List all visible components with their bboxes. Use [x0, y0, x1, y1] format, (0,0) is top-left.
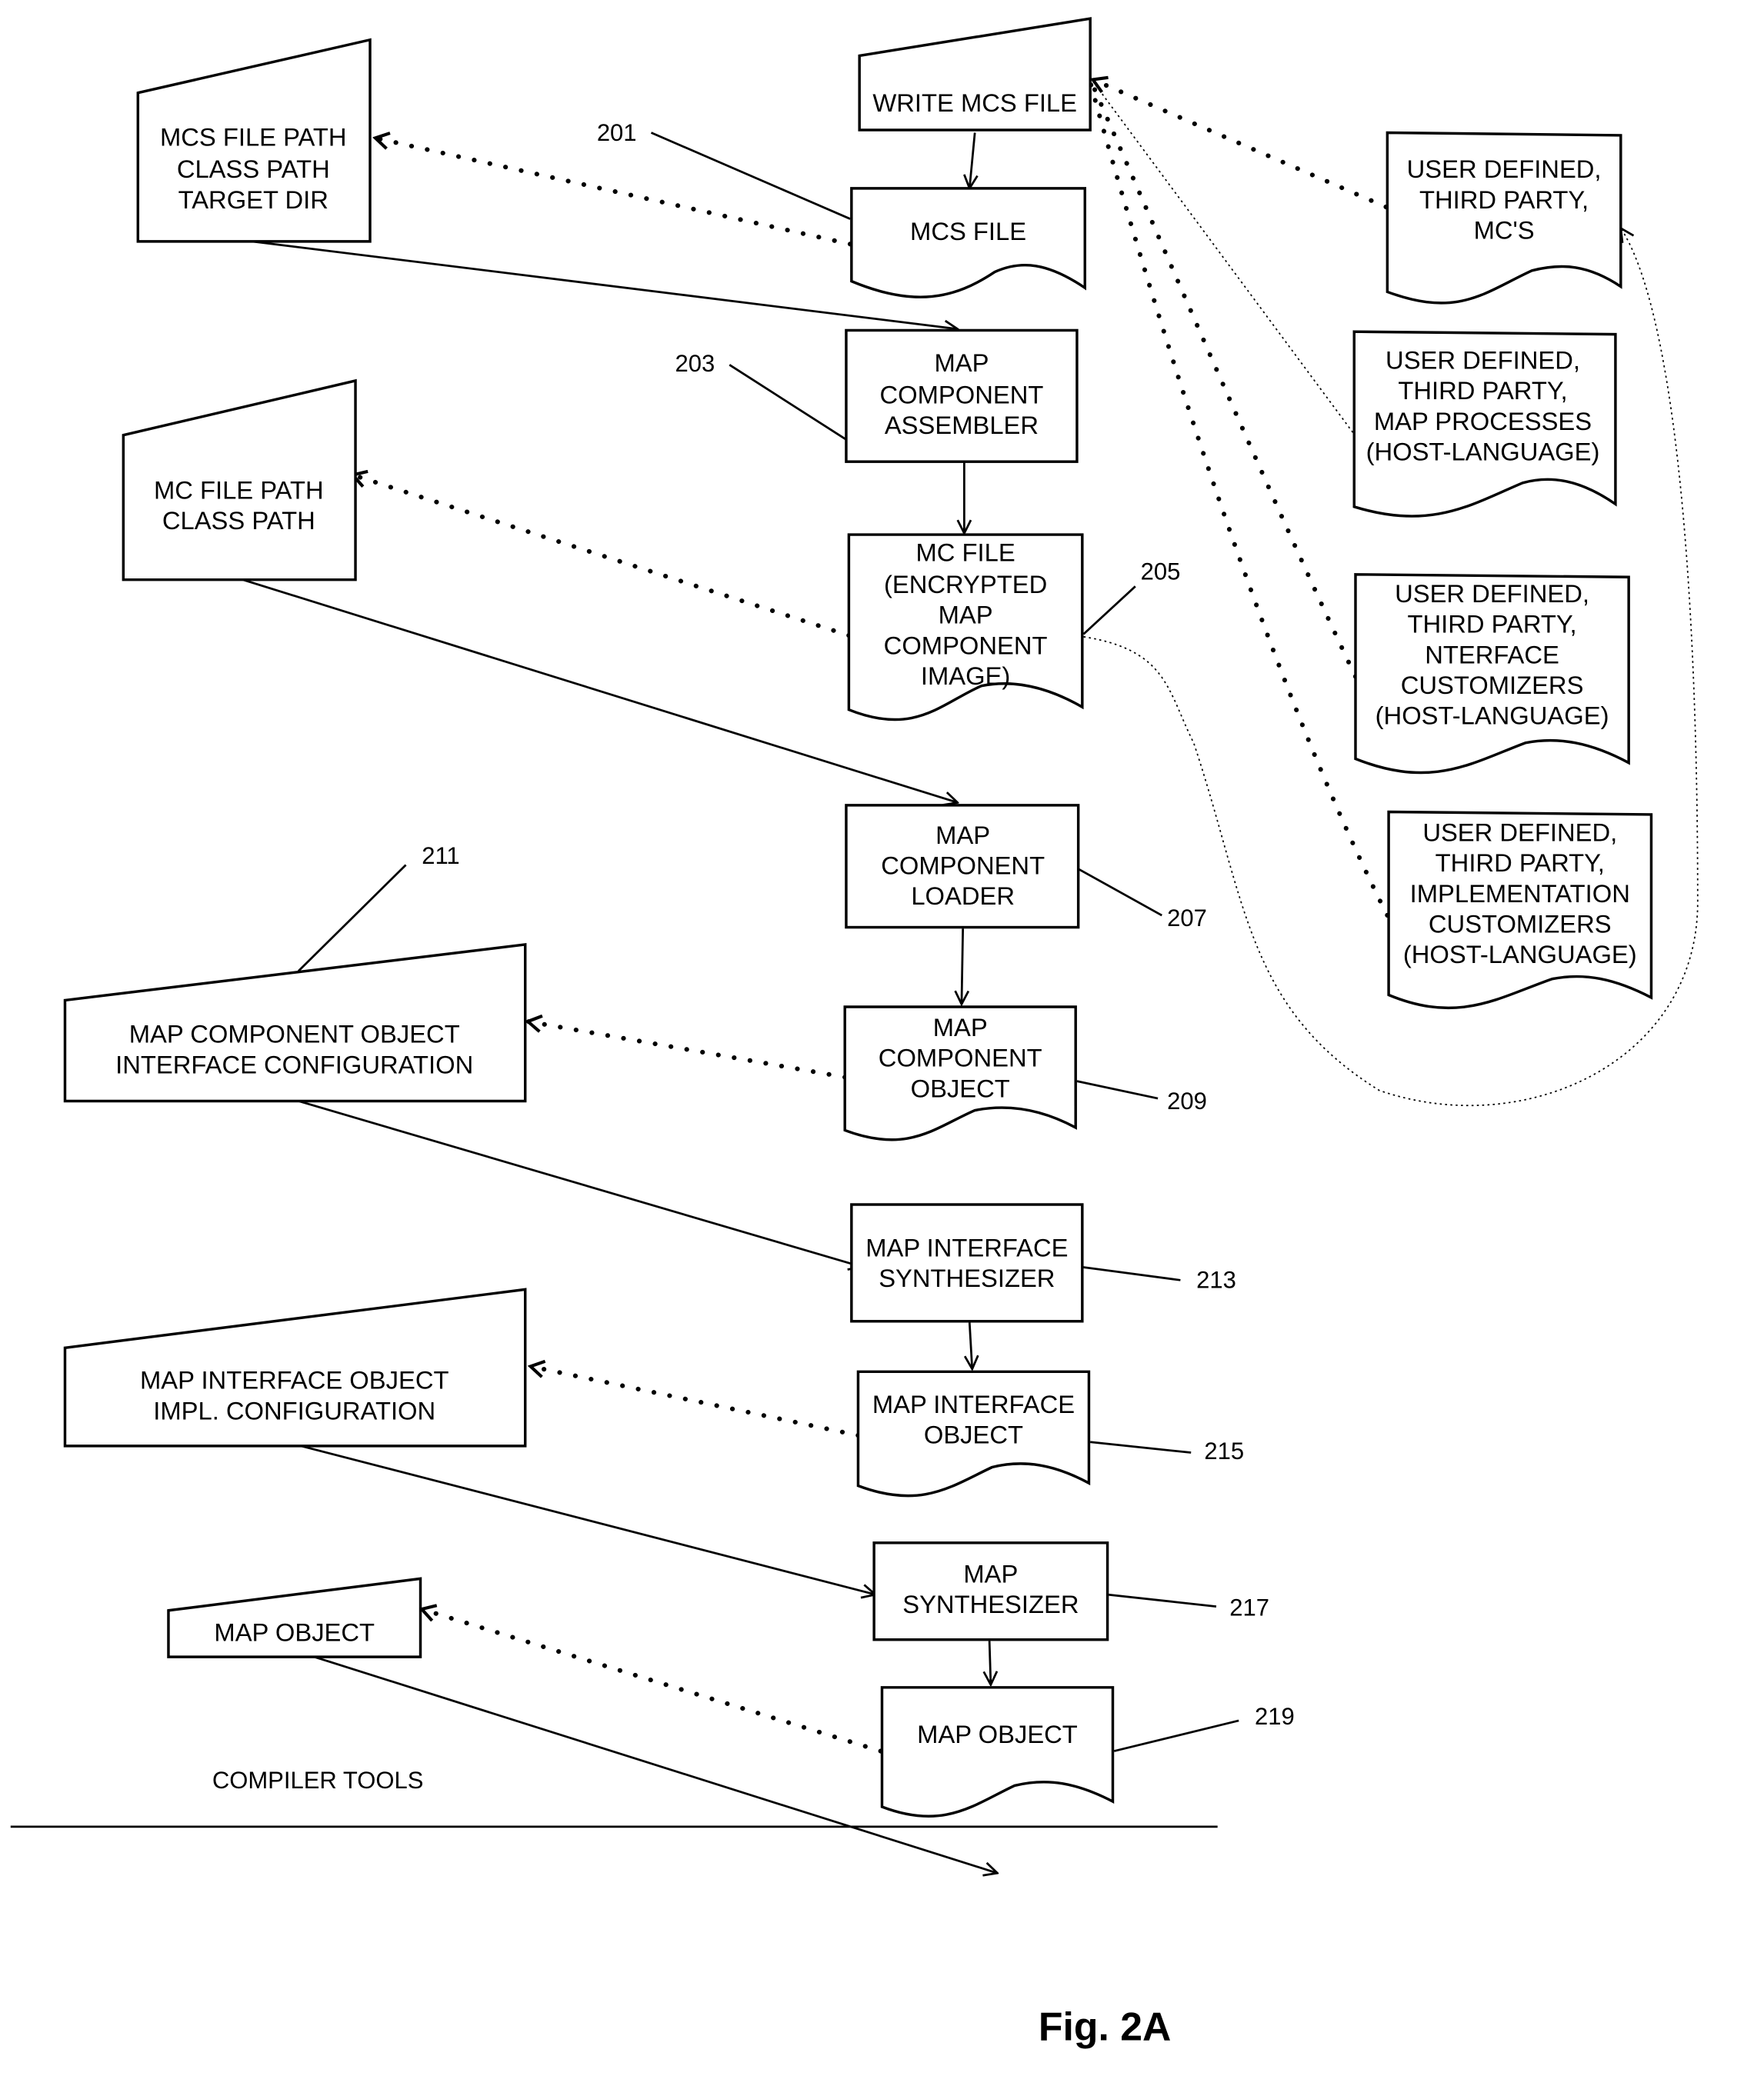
dotted-udprocesses-to-write — [1091, 78, 1354, 433]
svg-text:IMPLEMENTATION: IMPLEMENTATION — [1410, 879, 1630, 908]
svg-text:OBJECT: OBJECT — [911, 1074, 1010, 1102]
ref-219: 219 — [1255, 1703, 1295, 1730]
dotted-iobject-to-mioconfig — [531, 1366, 861, 1438]
svg-text:MCS FILE PATH: MCS FILE PATH — [160, 123, 347, 152]
reference-leaders — [297, 132, 1239, 1752]
node-mc-object[interactable]: MAP COMPONENT OBJECT — [843, 1005, 1077, 1141]
svg-text:MCS FILE: MCS FILE — [910, 217, 1026, 245]
svg-text:SYNTHESIZER: SYNTHESIZER — [902, 1590, 1079, 1618]
svg-text:MAP: MAP — [934, 348, 989, 377]
dotted-mapobject-to-mapobjectinput — [422, 1609, 883, 1754]
svg-text:(ENCRYPTED: (ENCRYPTED — [884, 570, 1047, 598]
svg-text:NTERFACE: NTERFACE — [1425, 640, 1559, 668]
svg-text:COMPONENT: COMPONENT — [881, 851, 1045, 880]
ref-217: 217 — [1229, 1594, 1269, 1621]
svg-text:LOADER: LOADER — [911, 881, 1015, 910]
svg-text:USER DEFINED,: USER DEFINED, — [1395, 579, 1589, 608]
svg-text:MC'S: MC'S — [1474, 215, 1535, 244]
svg-text:TARGET DIR: TARGET DIR — [178, 185, 328, 214]
flowchart-diagram: WRITE MCS FILE MCS FILE PATH CLASS PATH … — [10, 17, 1699, 2049]
node-ud-map-processes[interactable]: USER DEFINED, THIRD PARTY, MAP PROCESSES… — [1352, 330, 1617, 518]
svg-text:MAP: MAP — [935, 821, 990, 849]
dotted-mcsfile-to-mcsconfig — [375, 138, 853, 247]
node-map-object[interactable]: MAP OBJECT — [880, 1686, 1115, 1818]
arrow-mcoconfig-to-isynth — [298, 1100, 862, 1267]
node-mcs-config[interactable]: MCS FILE PATH CLASS PATH TARGET DIR — [136, 38, 372, 243]
svg-text:CLASS PATH: CLASS PATH — [162, 506, 315, 535]
svg-text:CUSTOMIZERS: CUSTOMIZERS — [1401, 671, 1584, 699]
node-map-object-input[interactable]: MAP OBJECT — [167, 1577, 422, 1658]
node-assembler[interactable]: MAP COMPONENT ASSEMBLER — [845, 328, 1079, 463]
compiler-tools-label: COMPILER TOOLS — [212, 1767, 424, 1794]
node-mco-config[interactable]: MAP COMPONENT OBJECT INTERFACE CONFIGURA… — [63, 943, 527, 1103]
node-mio-config[interactable]: MAP INTERFACE OBJECT IMPL. CONFIGURATION — [63, 1288, 527, 1448]
dotted-udmcs-to-write — [1093, 79, 1389, 210]
arrow-msynth-to-mapobject — [989, 1641, 991, 1684]
svg-text:(HOST-LANGUAGE): (HOST-LANGUAGE) — [1366, 437, 1600, 465]
svg-text:USER DEFINED,: USER DEFINED, — [1407, 155, 1602, 183]
ref-211: 211 — [422, 842, 459, 869]
svg-text:COMPONENT: COMPONENT — [880, 380, 1044, 408]
node-map-synthesizer[interactable]: MAP SYNTHESIZER — [872, 1541, 1109, 1641]
svg-text:MAP OBJECT: MAP OBJECT — [917, 1720, 1078, 1748]
svg-text:MAP COMPONENT OBJECT: MAP COMPONENT OBJECT — [129, 1020, 460, 1048]
arrow-loader-to-mcobject — [962, 928, 963, 1004]
svg-text:MAP INTERFACE: MAP INTERFACE — [865, 1233, 1068, 1261]
svg-text:ASSEMBLER: ASSEMBLER — [885, 411, 1039, 439]
node-ud-impl-customizers[interactable]: USER DEFINED, THIRD PARTY, IMPLEMENTATIO… — [1387, 810, 1653, 1010]
dotted-udimpl-to-write — [1088, 79, 1390, 918]
svg-text:USER DEFINED,: USER DEFINED, — [1386, 345, 1580, 374]
node-mcs-file[interactable]: MCS FILE — [850, 187, 1087, 298]
arrow-write-to-mcsfile — [969, 132, 975, 188]
svg-text:(HOST-LANGUAGE): (HOST-LANGUAGE) — [1403, 940, 1637, 968]
ref-203: 203 — [675, 350, 715, 377]
ref-209: 209 — [1167, 1088, 1207, 1115]
svg-text:THIRD PARTY,: THIRD PARTY, — [1419, 185, 1589, 214]
svg-text:USER DEFINED,: USER DEFINED, — [1422, 818, 1617, 846]
svg-text:THIRD PARTY,: THIRD PARTY, — [1436, 848, 1605, 877]
svg-text:(HOST-LANGUAGE): (HOST-LANGUAGE) — [1376, 701, 1609, 730]
svg-text:COMPONENT: COMPONENT — [884, 631, 1048, 659]
svg-text:MAP OBJECT: MAP OBJECT — [214, 1618, 375, 1646]
node-ud-mcs[interactable]: USER DEFINED, THIRD PARTY, MC'S — [1386, 131, 1622, 305]
arrow-mioconfig-to-msynth — [301, 1445, 875, 1594]
dotted-mcfile-to-mcconfig — [353, 475, 852, 638]
node-mc-file[interactable]: MC FILE (ENCRYPTED MAP COMPONENT IMAGE) — [847, 533, 1084, 721]
arrow-isynth-to-iobject — [969, 1322, 972, 1369]
node-ud-interface-customizers[interactable]: USER DEFINED, THIRD PARTY, NTERFACE CUST… — [1354, 573, 1630, 775]
node-label: WRITE MCS FILE — [872, 88, 1077, 117]
svg-text:THIRD PARTY,: THIRD PARTY, — [1398, 376, 1567, 405]
node-write-mcs-file[interactable]: WRITE MCS FILE — [858, 17, 1092, 132]
figure-caption: Fig. 2A — [1039, 2004, 1171, 2049]
svg-text:MAP: MAP — [939, 601, 993, 629]
dotted-mcobject-to-mcoconfig — [528, 1021, 848, 1080]
svg-text:CLASS PATH: CLASS PATH — [177, 155, 330, 183]
svg-text:MAP INTERFACE OBJECT: MAP INTERFACE OBJECT — [140, 1366, 449, 1395]
ref-207: 207 — [1167, 905, 1207, 931]
svg-text:MAP: MAP — [933, 1013, 988, 1041]
dotted-udinterface-to-write — [1089, 79, 1359, 679]
ref-205: 205 — [1141, 558, 1181, 585]
node-loader[interactable]: MAP COMPONENT LOADER — [845, 804, 1080, 929]
svg-text:COMPONENT: COMPONENT — [879, 1044, 1042, 1072]
svg-text:THIRD PARTY,: THIRD PARTY, — [1407, 610, 1576, 638]
ref-213: 213 — [1196, 1267, 1236, 1294]
svg-text:IMPL. CONFIGURATION: IMPL. CONFIGURATION — [153, 1396, 435, 1425]
svg-text:MC FILE PATH: MC FILE PATH — [154, 475, 324, 504]
ref-215: 215 — [1204, 1438, 1244, 1465]
svg-text:INTERFACE CONFIGURATION: INTERFACE CONFIGURATION — [115, 1050, 473, 1078]
svg-text:MC FILE: MC FILE — [916, 538, 1015, 567]
svg-text:CUSTOMIZERS: CUSTOMIZERS — [1429, 909, 1612, 938]
svg-text:OBJECT: OBJECT — [924, 1420, 1023, 1448]
svg-text:IMAGE): IMAGE) — [921, 661, 1010, 690]
svg-text:MAP PROCESSES: MAP PROCESSES — [1374, 407, 1592, 435]
node-interface-object[interactable]: MAP INTERFACE OBJECT — [856, 1370, 1091, 1498]
node-interface-synthesizer[interactable]: MAP INTERFACE SYNTHESIZER — [850, 1203, 1084, 1323]
node-mc-config[interactable]: MC FILE PATH CLASS PATH — [122, 378, 357, 581]
ref-201: 201 — [597, 119, 637, 146]
svg-text:MAP INTERFACE: MAP INTERFACE — [872, 1390, 1075, 1418]
svg-text:MAP: MAP — [963, 1560, 1018, 1588]
svg-text:SYNTHESIZER: SYNTHESIZER — [879, 1264, 1055, 1292]
